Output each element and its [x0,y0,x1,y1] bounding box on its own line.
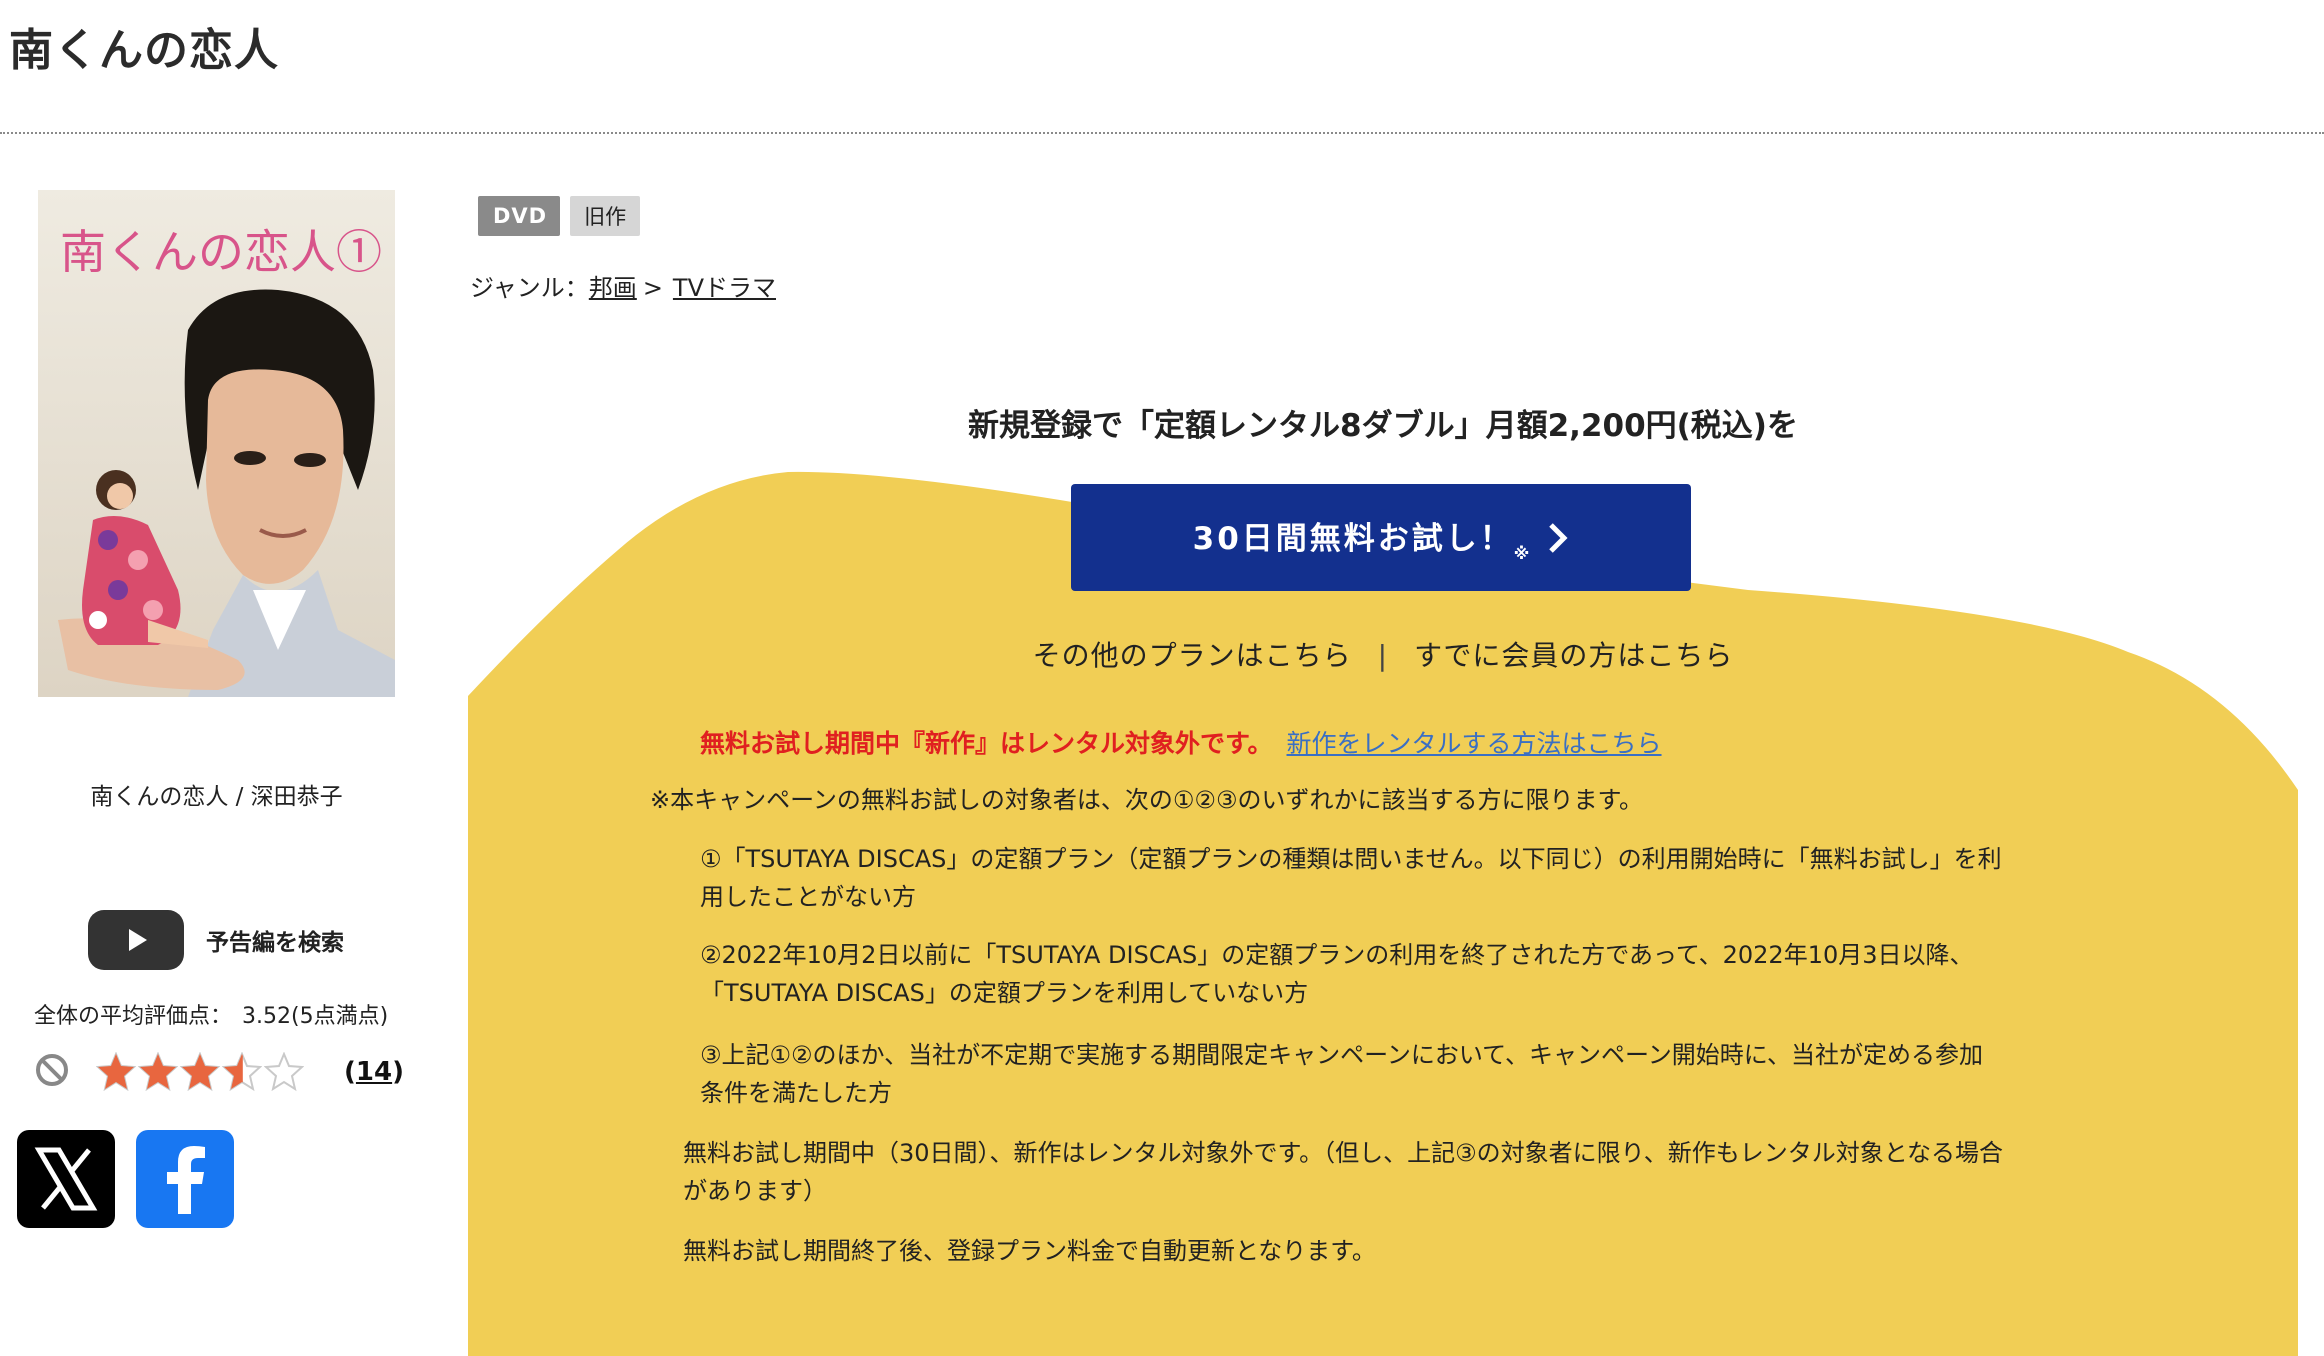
facebook-share-button[interactable] [136,1130,234,1228]
promo-headline: 新規登録で「定額レンタル8ダブル」月額2,200円(税込)を [968,408,1798,444]
free-trial-note: ※ [1513,543,1530,563]
media-tags: DVD 旧作 [478,196,641,236]
condition-3-line-1: ③上記①②のほか、当社が不定期で実施する期間限定キャンペーンにおいて、キャンペー… [700,1041,1984,1069]
page: 南くんの恋人 南くんの恋人① 南くんの恋人 / 深田恭子 予告編を検索 全体の平… [0,0,2324,1356]
new-release-warning-text: 無料お試し期間中『新作』はレンタル対象外です。 [700,729,1273,758]
new-release-warning: 無料お試し期間中『新作』はレンタル対象外です。 新作をレンタルする方法はこちら [700,724,1662,760]
condition-2-line-2: 「TSUTAYA DISCAS」の定額プランを利用していない方 [700,979,1309,1007]
free-trial-label: 30日間無料お試し！ [1192,520,1514,557]
average-rating: 全体の平均評価点： 3.52(5点満点) [34,998,388,1030]
rating-stars[interactable] [96,1052,304,1092]
genre-label: ジャンル： [470,274,589,302]
star-icon [96,1052,136,1092]
tag-dvd: DVD [478,196,561,236]
average-rating-value: 3.52(5点満点) [242,1004,389,1029]
conditions-intro: ※本キャンペーンの無料お試しの対象者は、次の①②③のいずれかに該当する方に限りま… [650,786,1644,814]
tag-old-release: 旧作 [570,196,641,236]
trial-note-1-line-1: 無料お試し期間中（30日間）、新作はレンタル対象外です。（但し、上記③の対象者に… [683,1139,2003,1167]
condition-1-line-2: 用したことがない方 [700,883,916,911]
star-icon [138,1052,178,1092]
cover-image[interactable]: 南くんの恋人① [38,190,395,697]
condition-3-line-2: 条件を満たした方 [700,1079,892,1107]
plan-links: その他のプランはこちら | すでに会員の方はこちら [468,634,2298,674]
star-icon [180,1052,220,1092]
x-share-button[interactable] [17,1130,115,1228]
review-count-link[interactable]: 14 [356,1057,392,1087]
free-trial-button[interactable]: 30日間無料お試し！※ [1071,484,1691,591]
member-login-link[interactable]: すでに会員の方はこちら [1414,639,1733,672]
title-divider [0,132,2324,134]
genre-separator: > [642,274,663,302]
rating-row: (14) [34,1048,404,1096]
condition-2-line-1: ②2022年10月2日以前に「TSUTAYA DISCAS」の定額プランの利用を… [700,941,1974,969]
play-icon [88,910,184,970]
condition-3: ③上記①②のほか、当社が不定期で実施する期間限定キャンペーンにおいて、キャンペー… [700,1036,2120,1112]
other-plans-link[interactable]: その他のプランはこちら [1033,639,1352,672]
trial-note-1: 無料お試し期間中（30日間）、新作はレンタル対象外です。（但し、上記③の対象者に… [683,1134,2103,1210]
cover-caption: 南くんの恋人 / 深田恭子 [90,784,343,810]
star-icon [222,1052,262,1092]
ban-icon[interactable] [34,1052,70,1092]
page-title: 南くんの恋人 [9,25,279,76]
trailer-label: 予告編を検索 [206,930,344,956]
genre-link-tv-drama[interactable]: TVドラマ [673,274,776,302]
trial-note-2: 無料お試し期間終了後、登録プラン料金で自動更新となります。 [683,1237,1376,1265]
genre-breadcrumb: ジャンル：邦画 > TVドラマ [470,268,776,303]
trial-note-1-line-2: があります） [683,1177,827,1205]
condition-2: ②2022年10月2日以前に「TSUTAYA DISCAS」の定額プランの利用を… [700,936,2120,1012]
plan-links-divider: | [1377,639,1389,672]
x-logo-icon [34,1147,98,1211]
trailer-search-link[interactable]: 予告編を検索 [88,910,344,970]
genre-link-japanese-film[interactable]: 邦画 [589,274,637,302]
condition-1: ①「TSUTAYA DISCAS」の定額プラン（定額プランの種類は問いません。以… [700,840,2120,916]
cover-title-text: 南くんの恋人① [60,225,382,279]
average-rating-label: 全体の平均評価点： [34,1004,233,1029]
star-icon [264,1052,304,1092]
cover-illustration: 南くんの恋人① [38,190,395,697]
chevron-right-icon [1549,522,1568,553]
new-release-rental-link[interactable]: 新作をレンタルする方法はこちら [1287,729,1662,758]
facebook-logo-icon [167,1146,205,1214]
review-count[interactable]: (14) [344,1057,404,1087]
condition-1-line-1: ①「TSUTAYA DISCAS」の定額プラン（定額プランの種類は問いません。以… [700,845,2002,873]
